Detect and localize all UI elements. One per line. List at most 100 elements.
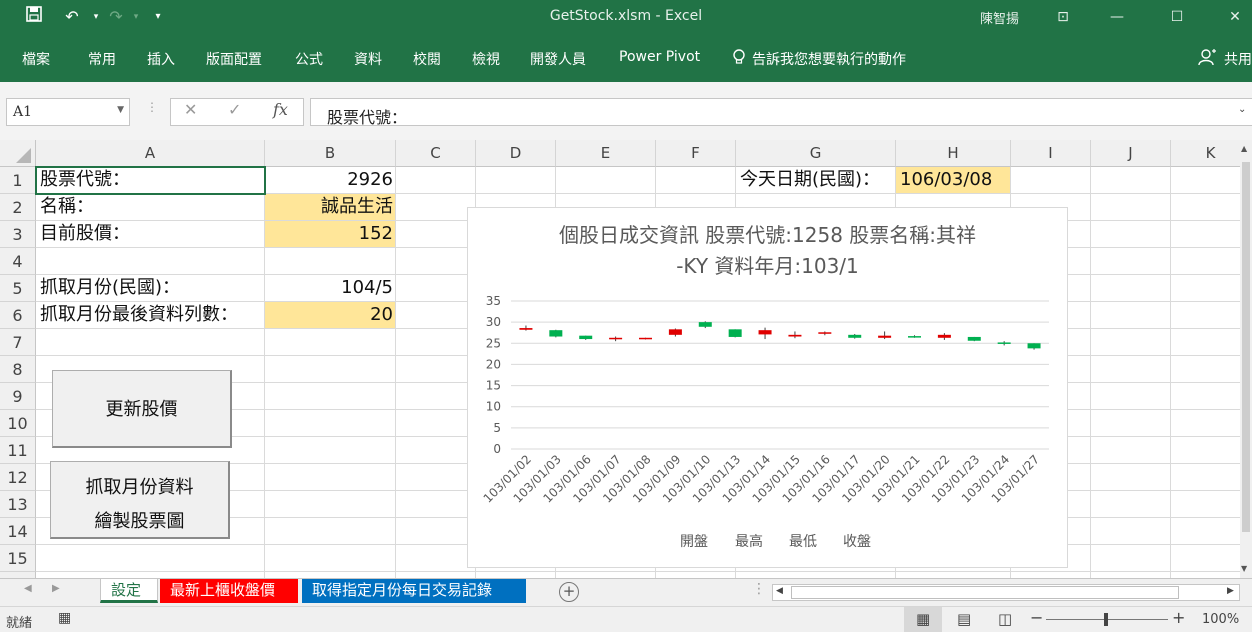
cell-b5[interactable]: 104/5 <box>265 275 396 301</box>
formula-input[interactable]: 股票代號： <box>310 98 1252 127</box>
cell-b3[interactable]: 152 <box>265 221 396 247</box>
y-tick-label: 10 <box>486 400 501 414</box>
normal-view-icon[interactable]: ▦ <box>916 610 930 628</box>
fetch-month-data-button[interactable]: 抓取月份資料 繪製股票圖 <box>50 461 230 539</box>
cancel-icon[interactable]: ✕ <box>184 100 197 119</box>
row-header-11[interactable]: 11 <box>0 437 36 464</box>
page-break-view-icon[interactable]: ◫ <box>998 610 1012 628</box>
column-header-k[interactable]: K <box>1171 140 1240 167</box>
scroll-down-icon[interactable]: ▼ <box>1241 564 1247 573</box>
prev-sheet-icon[interactable]: ◀ <box>24 583 32 594</box>
legend-entry: 最低 <box>789 534 817 550</box>
add-sheet-icon[interactable]: + <box>559 582 579 602</box>
row-header-6[interactable]: 6 <box>0 302 36 329</box>
column-header-c[interactable]: C <box>396 140 476 167</box>
row-header-8[interactable]: 8 <box>0 356 36 383</box>
column-header-e[interactable]: E <box>556 140 656 167</box>
cell-a5[interactable]: 抓取月份(民國)： <box>36 275 265 301</box>
tab-split-icon[interactable]: ⋮ <box>752 581 766 597</box>
row-header-1[interactable]: 1 <box>0 167 36 194</box>
tab-review[interactable]: 校閱 <box>413 49 441 69</box>
column-header-f[interactable]: F <box>656 140 736 167</box>
tab-insert[interactable]: 插入 <box>147 49 175 69</box>
row-header-15[interactable]: 15 <box>0 545 36 572</box>
tab-file[interactable]: 檔案 <box>22 49 50 69</box>
row-header-9[interactable]: 9 <box>0 383 36 410</box>
row-header-10[interactable]: 10 <box>0 410 36 437</box>
tab-formulas[interactable]: 公式 <box>295 49 323 69</box>
cell-b1[interactable]: 2926 <box>265 167 396 193</box>
scroll-right-icon[interactable]: ▶ <box>1227 586 1234 596</box>
sheet-tab-latest-close[interactable]: 最新上櫃收盤價 <box>160 579 298 603</box>
tab-home[interactable]: 常用 <box>88 49 116 69</box>
cell-g1[interactable]: 今天日期(民國)： <box>736 167 896 193</box>
candle-body <box>1027 343 1041 349</box>
cell-a2[interactable]: 名稱： <box>36 194 265 220</box>
vertical-scroll-thumb[interactable] <box>1242 162 1250 532</box>
candle-body <box>848 334 862 338</box>
ribbon-display-icon[interactable]: ⊡ <box>1048 4 1078 30</box>
update-price-button[interactable]: 更新股價 <box>52 370 232 448</box>
macro-record-icon[interactable]: ▦ <box>58 610 71 626</box>
user-name[interactable]: 陳智揚 <box>980 8 1019 27</box>
sheet-tab-daily-records[interactable]: 取得指定月份每日交易記錄 <box>302 579 526 603</box>
column-header-g[interactable]: G <box>736 140 896 167</box>
worksheet-grid[interactable]: A B C D E F G H I J K 1 2 3 4 5 6 7 8 9 … <box>0 140 1240 578</box>
horizontal-scrollbar[interactable]: ◀ ▶ <box>772 584 1240 601</box>
close-icon[interactable]: ✕ <box>1220 4 1250 30</box>
page-layout-view-icon[interactable]: ▤ <box>957 610 971 628</box>
cell-h1[interactable]: 106/03/08 <box>896 167 1011 193</box>
tab-view[interactable]: 檢視 <box>472 49 500 69</box>
cell-a6[interactable]: 抓取月份最後資料列數： <box>36 302 265 328</box>
sheet-tab-settings[interactable]: 設定 <box>100 579 158 603</box>
cell-b2[interactable]: 誠品生活 <box>265 194 396 220</box>
chevron-down-icon[interactable]: ▼ <box>117 105 124 115</box>
row-header-3[interactable]: 3 <box>0 221 36 248</box>
column-header-a[interactable]: A <box>36 140 265 167</box>
column-header-d[interactable]: D <box>476 140 556 167</box>
next-sheet-icon[interactable]: ▶ <box>52 583 60 594</box>
legend-entry: 開盤 <box>680 534 708 550</box>
column-header-j[interactable]: J <box>1091 140 1171 167</box>
tab-power-pivot[interactable]: Power Pivot <box>619 49 700 65</box>
minimize-icon[interactable]: — <box>1102 4 1132 30</box>
candle-body <box>609 337 623 340</box>
expand-formula-icon[interactable]: ⌄ <box>1238 104 1246 115</box>
select-all-corner[interactable] <box>0 140 36 167</box>
row-header-13[interactable]: 13 <box>0 491 36 518</box>
row-header-5[interactable]: 5 <box>0 275 36 302</box>
cell-b6[interactable]: 20 <box>265 302 396 328</box>
scroll-up-icon[interactable]: ▲ <box>1241 144 1247 153</box>
insert-function-icon[interactable]: fx <box>273 100 288 119</box>
zoom-in-icon[interactable]: + <box>1172 608 1185 627</box>
more-options-icon[interactable]: ⋮ <box>146 100 158 114</box>
share-person-icon[interactable] <box>1198 49 1216 69</box>
candle-body <box>579 335 593 340</box>
column-header-b[interactable]: B <box>265 140 396 167</box>
gridline <box>36 571 1240 572</box>
stock-chart[interactable]: 個股日成交資訊 股票代號:1258 股票名稱:其祥 -KY 資料年月:103/1… <box>467 207 1068 568</box>
column-header-h[interactable]: H <box>896 140 1011 167</box>
horizontal-scroll-thumb[interactable] <box>791 586 1179 599</box>
tab-data[interactable]: 資料 <box>354 49 382 69</box>
vertical-scrollbar[interactable]: ▲ ▼ <box>1240 140 1252 578</box>
name-box[interactable]: A1 ▼ <box>6 98 130 126</box>
maximize-icon[interactable]: ☐ <box>1162 4 1192 30</box>
enter-check-icon[interactable]: ✓ <box>228 100 241 119</box>
row-header-7[interactable]: 7 <box>0 329 36 356</box>
tell-me-search[interactable]: 告訴我您想要執行的動作 <box>752 49 906 69</box>
tab-developer[interactable]: 開發人員 <box>530 49 586 69</box>
zoom-level[interactable]: 100% <box>1202 612 1239 627</box>
row-header-4[interactable]: 4 <box>0 248 36 275</box>
zoom-slider-thumb[interactable] <box>1104 613 1108 626</box>
ribbon-tabs: 檔案 常用 插入 版面配置 公式 資料 校閱 檢視 開發人員 Power Piv… <box>0 36 1252 82</box>
row-header-2[interactable]: 2 <box>0 194 36 221</box>
row-header-14[interactable]: 14 <box>0 518 36 545</box>
row-header-12[interactable]: 12 <box>0 464 36 491</box>
share-button[interactable]: 共用 <box>1224 49 1252 69</box>
zoom-out-icon[interactable]: − <box>1030 608 1043 627</box>
cell-a3[interactable]: 目前股價： <box>36 221 265 247</box>
column-header-i[interactable]: I <box>1011 140 1091 167</box>
scroll-left-icon[interactable]: ◀ <box>776 586 783 596</box>
tab-page-layout[interactable]: 版面配置 <box>206 49 262 69</box>
